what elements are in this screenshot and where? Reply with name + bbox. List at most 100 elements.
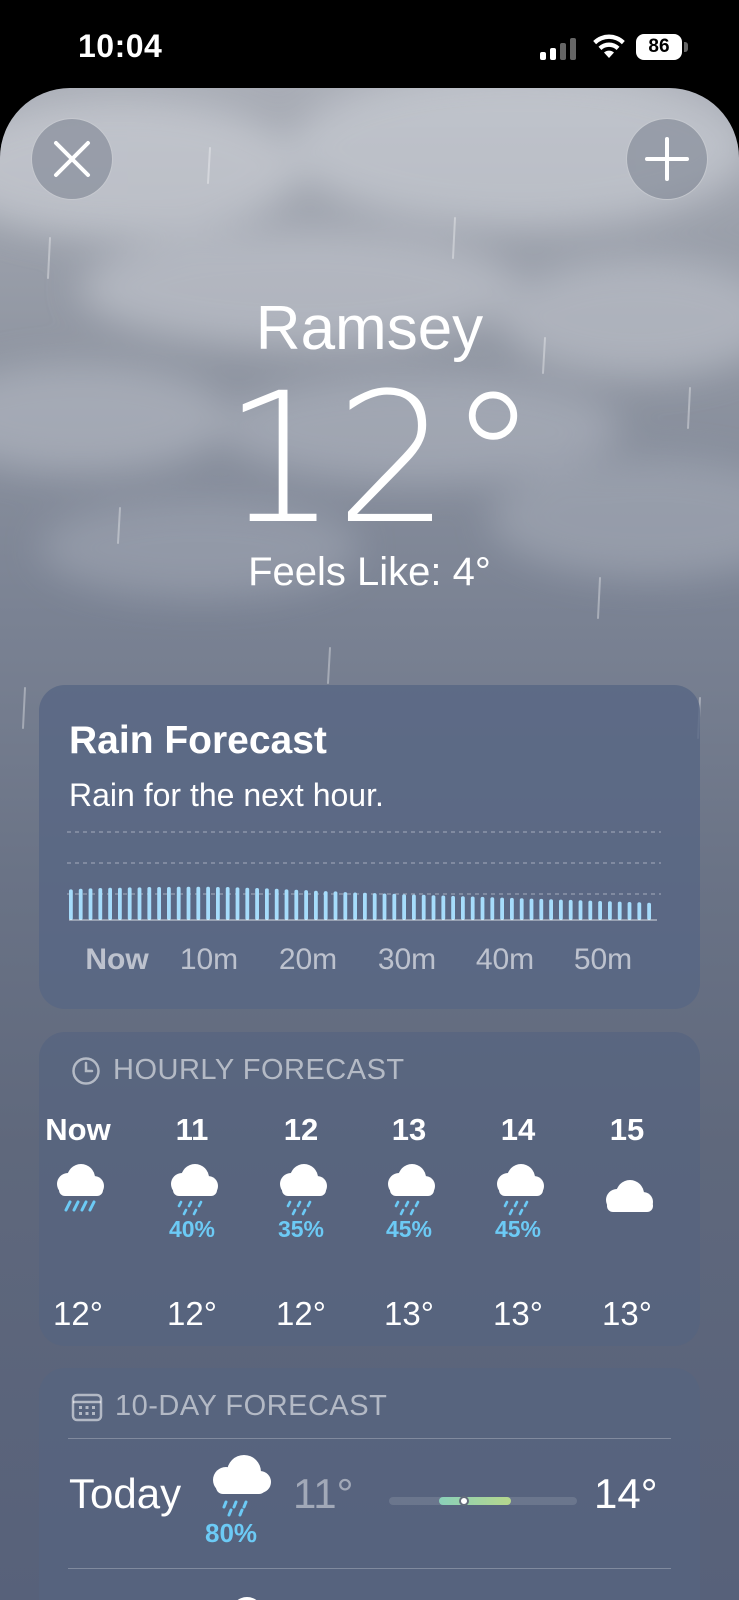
rain-bar bbox=[441, 895, 446, 920]
hour-precip-chance: 45% bbox=[494, 1216, 542, 1242]
rain-bar bbox=[549, 899, 553, 920]
rain-bar bbox=[186, 886, 191, 920]
rain-forecast-card[interactable]: Rain Forecast Rain for the next hour. No… bbox=[39, 685, 700, 1009]
hourly-item: Now bbox=[23, 1112, 133, 1246]
rain-bar bbox=[176, 886, 181, 920]
day-low-temp: 11° bbox=[293, 1470, 354, 1517]
rain-bar bbox=[510, 897, 514, 920]
current-temperature-marker bbox=[459, 1496, 469, 1506]
rain-bar bbox=[559, 899, 563, 920]
rain-bar bbox=[88, 888, 93, 920]
rain-bar bbox=[461, 896, 465, 920]
status-bar: 10:04 86 bbox=[0, 0, 739, 92]
hour-precip-chance: 45% bbox=[385, 1216, 433, 1242]
hourly-forecast-card[interactable]: HOURLY FORECAST Now 12° 11 40% 12° 12 35% 12° 13… bbox=[39, 1032, 700, 1346]
rain-bar bbox=[157, 887, 161, 920]
current-temperature: 12° bbox=[222, 355, 538, 564]
rain-bar bbox=[529, 898, 534, 920]
hourly-item: 14 45% bbox=[463, 1112, 573, 1246]
rain-bar bbox=[196, 886, 201, 920]
rain-bar bbox=[225, 887, 230, 920]
rain-bar bbox=[627, 902, 632, 920]
rain-bar bbox=[402, 894, 406, 920]
cloud-drizzle-icon: 35% bbox=[246, 1162, 356, 1246]
rain-axis-label: Now bbox=[85, 943, 149, 976]
rain-bar bbox=[500, 897, 504, 920]
hourly-item: 11 40% bbox=[137, 1112, 247, 1246]
rain-axis-label: 10m bbox=[180, 943, 238, 976]
rain-bar bbox=[167, 887, 171, 920]
rain-bar bbox=[588, 900, 593, 920]
hourly-item: 15 bbox=[572, 1112, 682, 1246]
rain-bar bbox=[245, 887, 250, 920]
rain-bar bbox=[608, 901, 612, 920]
rain-bar bbox=[108, 887, 112, 920]
hour-label: 15 bbox=[609, 1112, 645, 1147]
rain-bar bbox=[617, 901, 622, 920]
hour-label: 11 bbox=[175, 1112, 209, 1147]
temperature-range-bar bbox=[389, 1496, 577, 1506]
rain-bar bbox=[304, 890, 308, 920]
rain-bar bbox=[421, 894, 426, 920]
ten-day-forecast-card[interactable]: 10-DAY FORECAST Today 80% 11° 14° bbox=[39, 1368, 700, 1600]
divider bbox=[68, 1568, 671, 1569]
temperature-range-fill bbox=[439, 1497, 511, 1505]
cloud-icon bbox=[572, 1162, 682, 1246]
rain-bar bbox=[372, 893, 377, 920]
hour-label: Now bbox=[45, 1112, 111, 1147]
battery-indicator: 86 bbox=[636, 34, 688, 60]
rain-forecast-summary: Rain for the next hour. bbox=[69, 777, 384, 813]
hourly-item: 13 45% bbox=[354, 1112, 464, 1246]
cloud-drizzle-icon: 45% bbox=[354, 1162, 464, 1246]
wifi-icon bbox=[593, 34, 625, 58]
day-precip-chance: 80% bbox=[205, 1518, 258, 1548]
ten-day-forecast-heading: 10-DAY FORECAST bbox=[115, 1390, 388, 1422]
rain-bar bbox=[353, 892, 357, 920]
hour-precip-chance: 35% bbox=[277, 1216, 325, 1242]
rain-forecast-title: Rain Forecast bbox=[69, 719, 327, 762]
rain-bar bbox=[274, 888, 279, 920]
rain-bar bbox=[78, 888, 83, 920]
rain-bar bbox=[490, 897, 495, 920]
rain-forecast-chart: Now 10m 20m 30m 40m 50m bbox=[67, 831, 661, 976]
rain-bar bbox=[647, 902, 651, 920]
rain-bar bbox=[568, 899, 573, 920]
rain-bar bbox=[314, 890, 318, 920]
cloud-drizzle-icon: 40% bbox=[137, 1162, 247, 1246]
hour-label: 14 bbox=[500, 1112, 536, 1147]
rain-icon bbox=[23, 1162, 133, 1246]
rain-bar bbox=[519, 898, 524, 920]
rain-bar bbox=[69, 889, 73, 920]
hour-temperature: 13° bbox=[602, 1295, 652, 1332]
rain-bar bbox=[147, 887, 152, 920]
cellular-signal-icon bbox=[540, 38, 578, 60]
rain-bar bbox=[637, 902, 642, 920]
rain-bar bbox=[127, 887, 132, 920]
close-icon bbox=[54, 141, 90, 177]
cloud-icon bbox=[237, 1597, 257, 1600]
rain-bar bbox=[284, 889, 289, 920]
rain-bar bbox=[118, 887, 122, 920]
hourly-forecast-heading: HOURLY FORECAST bbox=[113, 1054, 405, 1086]
add-location-button[interactable] bbox=[626, 118, 708, 200]
rain-bar bbox=[578, 900, 583, 920]
rain-axis-label: 30m bbox=[378, 943, 436, 976]
rain-bar bbox=[98, 888, 103, 920]
rain-bar bbox=[343, 892, 348, 920]
day-name: Today bbox=[69, 1470, 182, 1517]
hourly-item: 12 35% bbox=[246, 1112, 356, 1246]
hour-label: 12 bbox=[283, 1112, 319, 1147]
ten-day-forecast-header: 10-DAY FORECAST bbox=[71, 1390, 387, 1423]
close-button[interactable] bbox=[31, 118, 113, 200]
rain-axis-label: 20m bbox=[279, 943, 337, 976]
rain-bar bbox=[323, 891, 328, 920]
rain-bar bbox=[539, 898, 544, 920]
rain-bar bbox=[431, 895, 436, 920]
hour-temperature: 12° bbox=[276, 1295, 326, 1332]
rain-bar bbox=[216, 887, 220, 920]
divider bbox=[68, 1438, 671, 1439]
hourly-forecast-header: HOURLY FORECAST bbox=[71, 1054, 405, 1087]
day-high-temp: 14° bbox=[594, 1470, 658, 1517]
hour-temperature: 12° bbox=[53, 1295, 103, 1332]
rain-bar bbox=[382, 893, 387, 920]
